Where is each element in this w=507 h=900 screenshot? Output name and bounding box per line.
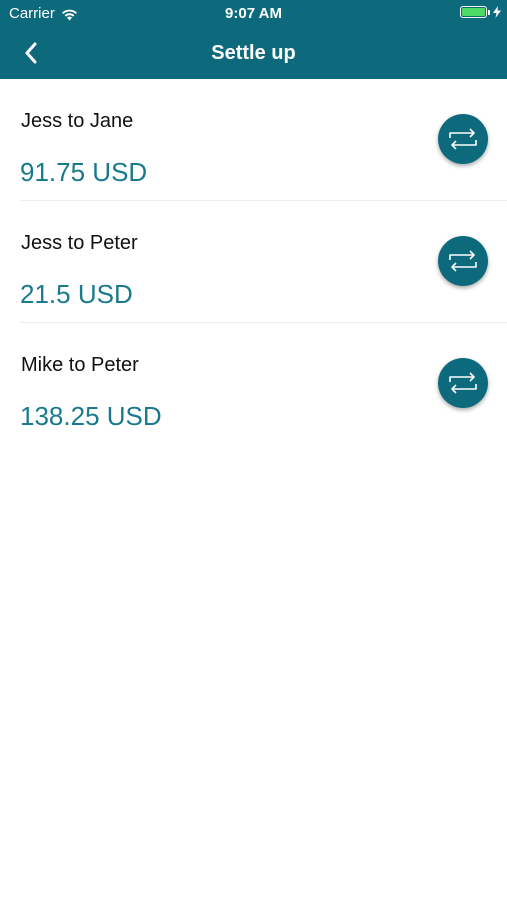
settlement-amount: 138.25 USD (20, 401, 162, 431)
repeat-icon (449, 128, 477, 150)
settlement-list: Jess to Jane 91.75 USD Jess to Peter 21.… (0, 79, 507, 445)
settle-button[interactable] (438, 114, 488, 164)
repeat-icon (449, 372, 477, 394)
battery-tip (488, 9, 490, 15)
app-header: Carrier 9:07 AM Settle up (0, 0, 507, 79)
settlement-amount: 91.75 USD (20, 157, 148, 187)
settle-button[interactable] (438, 358, 488, 408)
list-item[interactable]: Jess to Peter 21.5 USD (0, 201, 507, 323)
settlement-amount: 21.5 USD (20, 279, 133, 309)
settlement-label: Jess to Peter (21, 232, 138, 254)
navigation-bar: Settle up (0, 28, 507, 79)
battery-level (462, 8, 485, 16)
battery-indicator (460, 6, 501, 18)
status-time: 9:07 AM (225, 5, 282, 22)
status-bar: Carrier 9:07 AM (0, 0, 507, 28)
charging-bolt-icon (493, 6, 501, 18)
list-item[interactable]: Mike to Peter 138.25 USD (0, 323, 507, 445)
page-title: Settle up (211, 42, 296, 64)
battery-icon (460, 6, 487, 18)
settle-button[interactable] (438, 236, 488, 286)
list-item[interactable]: Jess to Jane 91.75 USD (0, 79, 507, 201)
settlement-label: Jess to Jane (21, 110, 134, 132)
settlement-label: Mike to Peter (21, 354, 139, 376)
repeat-icon (449, 250, 477, 272)
